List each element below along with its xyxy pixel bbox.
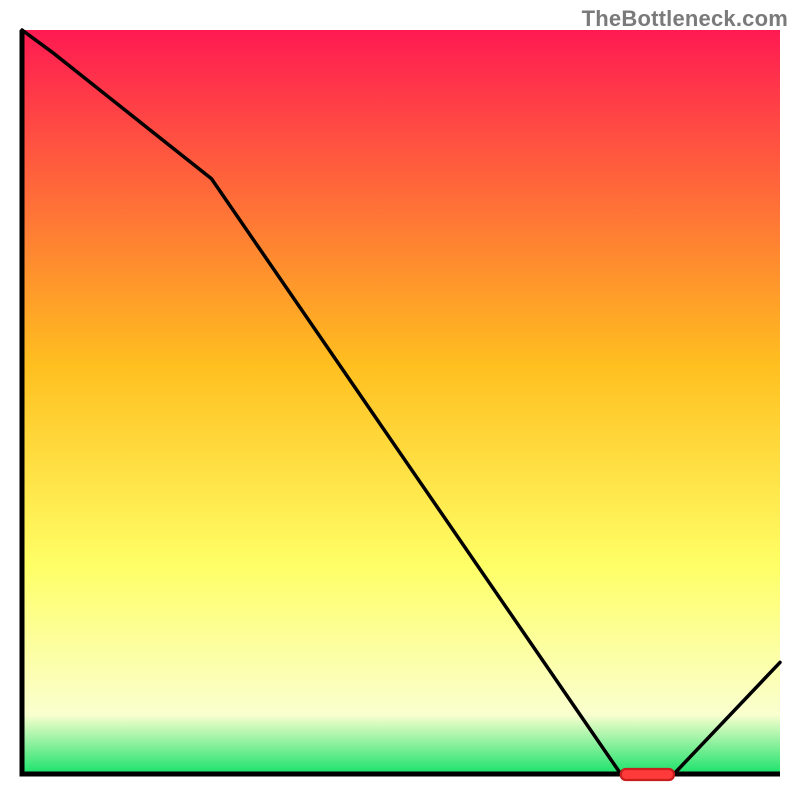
optimal-range-marker [621,769,674,780]
bottleneck-line-chart [0,0,800,800]
watermark-text: TheBottleneck.com [582,6,788,32]
plot-background [22,30,780,774]
chart-container: { "watermark": "TheBottleneck.com", "col… [0,0,800,800]
